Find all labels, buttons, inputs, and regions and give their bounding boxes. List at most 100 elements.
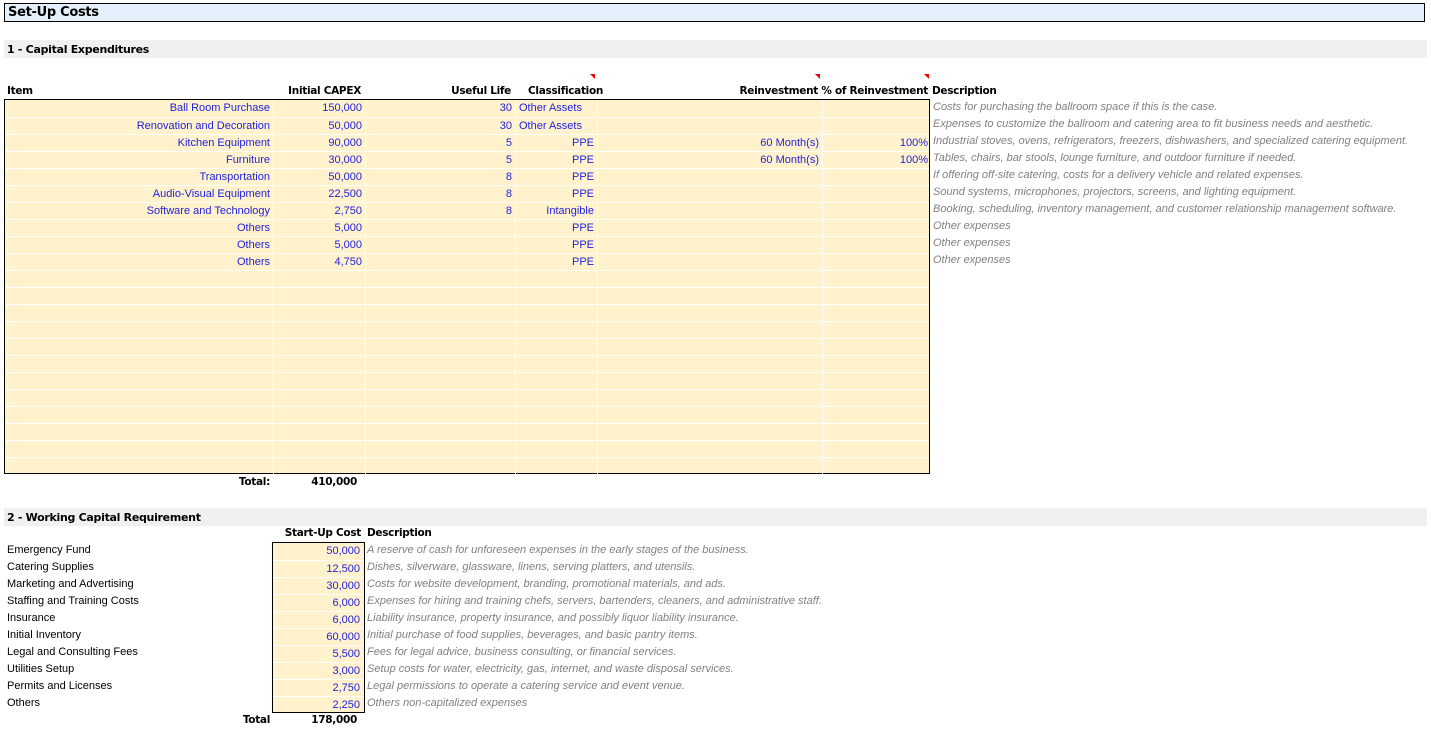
cell-life[interactable]: 8 bbox=[365, 186, 515, 202]
cell-class[interactable]: Intangible bbox=[515, 203, 597, 219]
cell-item[interactable] bbox=[5, 305, 273, 321]
cell-class[interactable]: PPE bbox=[515, 237, 597, 253]
cell-capex[interactable]: 5,000 bbox=[273, 237, 365, 253]
cell-capex[interactable]: 5,000 bbox=[273, 220, 365, 236]
wc-cost-input[interactable]: 60,000 bbox=[273, 628, 364, 645]
cell-capex[interactable]: 90,000 bbox=[273, 135, 365, 151]
cell-life[interactable]: 8 bbox=[365, 203, 515, 219]
cell-class[interactable]: Other Assets bbox=[515, 100, 597, 116]
cell-pct[interactable] bbox=[822, 373, 930, 389]
cell-capex[interactable]: 30,000 bbox=[273, 152, 365, 168]
cell-capex[interactable] bbox=[273, 441, 365, 457]
cell-life[interactable] bbox=[365, 322, 515, 338]
cell-class[interactable] bbox=[515, 305, 597, 321]
cell-capex[interactable] bbox=[273, 407, 365, 423]
cell-pct[interactable] bbox=[822, 220, 930, 236]
cell-reinv[interactable] bbox=[597, 356, 822, 372]
cell-pct[interactable] bbox=[822, 305, 930, 321]
cell-life[interactable] bbox=[365, 424, 515, 440]
cell-class[interactable] bbox=[515, 390, 597, 406]
cell-capex[interactable] bbox=[273, 339, 365, 355]
cell-capex[interactable]: 2,750 bbox=[273, 203, 365, 219]
cell-life[interactable]: 30 bbox=[365, 100, 515, 116]
cell-pct[interactable] bbox=[822, 203, 930, 219]
cell-life[interactable] bbox=[365, 390, 515, 406]
cell-capex[interactable] bbox=[273, 322, 365, 338]
cell-pct[interactable] bbox=[822, 118, 930, 134]
cell-reinv[interactable] bbox=[597, 169, 822, 185]
cell-class[interactable] bbox=[515, 407, 597, 423]
cell-capex[interactable] bbox=[273, 288, 365, 304]
cell-class[interactable] bbox=[515, 458, 597, 474]
cell-reinv[interactable] bbox=[597, 305, 822, 321]
cell-life[interactable] bbox=[365, 441, 515, 457]
cell-pct[interactable] bbox=[822, 441, 930, 457]
cell-capex[interactable] bbox=[273, 424, 365, 440]
cell-life[interactable] bbox=[365, 407, 515, 423]
cell-item[interactable] bbox=[5, 390, 273, 406]
cell-class[interactable] bbox=[515, 441, 597, 457]
cell-class[interactable] bbox=[515, 288, 597, 304]
wc-cost-input[interactable]: 50,000 bbox=[273, 543, 364, 560]
cell-reinv[interactable] bbox=[597, 100, 822, 116]
cell-capex[interactable] bbox=[273, 305, 365, 321]
cell-capex[interactable] bbox=[273, 356, 365, 372]
cell-life[interactable] bbox=[365, 373, 515, 389]
cell-life[interactable] bbox=[365, 271, 515, 287]
cell-life[interactable]: 5 bbox=[365, 135, 515, 151]
cell-pct[interactable] bbox=[822, 237, 930, 253]
cell-class[interactable]: PPE bbox=[515, 254, 597, 270]
cell-reinv[interactable] bbox=[597, 186, 822, 202]
cell-pct[interactable] bbox=[822, 100, 930, 116]
cell-reinv[interactable] bbox=[597, 441, 822, 457]
cell-life[interactable] bbox=[365, 339, 515, 355]
cell-item[interactable] bbox=[5, 407, 273, 423]
cell-capex[interactable]: 4,750 bbox=[273, 254, 365, 270]
cell-class[interactable]: PPE bbox=[515, 186, 597, 202]
cell-item[interactable]: Audio-Visual Equipment bbox=[5, 186, 273, 202]
cell-pct[interactable] bbox=[822, 271, 930, 287]
cell-item[interactable]: Kitchen Equipment bbox=[5, 135, 273, 151]
comment-indicator-icon[interactable] bbox=[590, 74, 595, 79]
cell-capex[interactable]: 150,000 bbox=[273, 100, 365, 116]
cell-life[interactable] bbox=[365, 458, 515, 474]
cell-item[interactable]: Others bbox=[5, 220, 273, 236]
cell-pct[interactable] bbox=[822, 424, 930, 440]
cell-pct[interactable] bbox=[822, 339, 930, 355]
cell-reinv[interactable] bbox=[597, 288, 822, 304]
cell-item[interactable]: Furniture bbox=[5, 152, 273, 168]
cell-reinv[interactable]: 60 Month(s) bbox=[597, 135, 822, 151]
comment-indicator-icon[interactable] bbox=[924, 74, 929, 79]
cell-reinv[interactable] bbox=[597, 424, 822, 440]
cell-pct[interactable] bbox=[822, 390, 930, 406]
cell-item[interactable] bbox=[5, 271, 273, 287]
cell-reinv[interactable] bbox=[597, 373, 822, 389]
wc-cost-input[interactable]: 30,000 bbox=[273, 577, 364, 594]
cell-item[interactable] bbox=[5, 339, 273, 355]
cell-pct[interactable]: 100% bbox=[822, 135, 930, 151]
wc-cost-input[interactable]: 6,000 bbox=[273, 611, 364, 628]
cell-capex[interactable] bbox=[273, 458, 365, 474]
cell-pct[interactable] bbox=[822, 254, 930, 270]
cell-life[interactable] bbox=[365, 305, 515, 321]
cell-life[interactable] bbox=[365, 356, 515, 372]
cell-item[interactable]: Others bbox=[5, 237, 273, 253]
cell-pct[interactable] bbox=[822, 458, 930, 474]
cell-reinv[interactable] bbox=[597, 220, 822, 236]
cell-reinv[interactable]: 60 Month(s) bbox=[597, 152, 822, 168]
cell-reinv[interactable] bbox=[597, 390, 822, 406]
cell-reinv[interactable] bbox=[597, 254, 822, 270]
cell-item[interactable] bbox=[5, 458, 273, 474]
cell-reinv[interactable] bbox=[597, 458, 822, 474]
wc-cost-input[interactable]: 5,500 bbox=[273, 645, 364, 662]
cell-capex[interactable]: 22,500 bbox=[273, 186, 365, 202]
cell-reinv[interactable] bbox=[597, 118, 822, 134]
cell-life[interactable] bbox=[365, 254, 515, 270]
cell-class[interactable] bbox=[515, 339, 597, 355]
cell-item[interactable]: Transportation bbox=[5, 169, 273, 185]
cell-item[interactable]: Software and Technology bbox=[5, 203, 273, 219]
cell-pct[interactable] bbox=[822, 288, 930, 304]
cell-item[interactable] bbox=[5, 288, 273, 304]
cell-item[interactable] bbox=[5, 373, 273, 389]
cell-reinv[interactable] bbox=[597, 407, 822, 423]
